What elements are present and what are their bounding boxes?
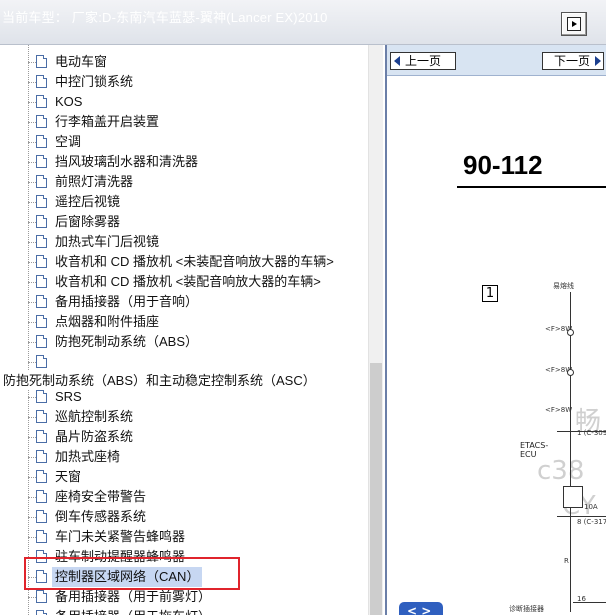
document-icon	[36, 430, 47, 443]
ecu-label: ETACS-ECU	[520, 441, 549, 459]
document-icon	[36, 235, 47, 248]
prev-page-button[interactable]: 上一页	[390, 52, 456, 70]
circuit-node	[567, 329, 574, 336]
title-bar: 当前车型： 厂家:D-东南汽车蓝瑟-翼神(Lancer EX)2010	[0, 0, 606, 45]
document-icon	[36, 450, 47, 463]
document-icon	[36, 510, 47, 523]
document-icon	[36, 195, 47, 208]
document-icon	[36, 135, 47, 148]
document-icon	[36, 390, 47, 403]
viewer-page-toggle-button[interactable]: < >	[399, 602, 443, 615]
scrollbar-thumb[interactable]	[370, 363, 382, 615]
diagram-page: 90-112 1 畅 c38 CY 易熔线 <F>8W <F>8W <F>8W …	[387, 76, 606, 615]
document-icon	[36, 55, 47, 68]
window-title: 当前车型： 厂家:D-东南汽车蓝瑟-翼神(Lancer EX)2010	[2, 10, 328, 25]
connector-label: 8 (C-317)	[577, 518, 606, 526]
document-icon	[36, 255, 47, 268]
fuse-rating-label: 10A	[584, 503, 598, 511]
document-icon	[36, 75, 47, 88]
wire-color-label: R	[564, 557, 569, 565]
circuit-wire	[557, 516, 606, 517]
document-icon	[36, 95, 47, 108]
document-icon	[36, 215, 47, 228]
diagram-viewer: 上一页 下一页 90-112 1 畅 c38 CY 易熔线 <F>8W <F>8…	[385, 45, 606, 615]
circuit-wire	[573, 602, 606, 603]
circuit-wire	[557, 431, 606, 432]
diagnosis-connector-label: 诊断插接器	[509, 605, 544, 613]
document-icon	[36, 115, 47, 128]
viewer-nav-bar: 上一页 下一页	[387, 45, 606, 76]
topic-tree[interactable]: 电动车窗 中控门锁系统 KOS 行李箱盖开启装置 空调 挡风玻璃刮水器和清洗器 …	[0, 45, 368, 615]
document-icon	[36, 275, 47, 288]
watermark-text: c38	[537, 456, 585, 486]
document-icon	[36, 175, 47, 188]
document-icon	[36, 610, 47, 615]
document-icon	[36, 590, 47, 603]
document-icon	[36, 295, 47, 308]
document-icon	[36, 335, 47, 348]
fuse-box	[563, 486, 583, 508]
wire-label: <F>8W	[545, 406, 573, 414]
document-icon	[36, 155, 47, 168]
next-page-button[interactable]: 下一页	[542, 52, 604, 70]
fuse-label: 易熔线	[553, 282, 574, 290]
document-icon	[36, 315, 47, 328]
document-icon	[36, 530, 47, 543]
arrow-right-icon	[567, 17, 581, 31]
circuit-node	[567, 369, 574, 376]
document-icon	[36, 355, 47, 368]
diagram-box-number: 1	[482, 285, 498, 302]
document-icon	[36, 470, 47, 483]
document-icon	[36, 490, 47, 503]
navigate-button[interactable]	[561, 12, 587, 36]
circuit-wire	[570, 292, 571, 612]
tree-scrollbar[interactable]	[368, 45, 383, 615]
page-number: 90-112	[463, 150, 543, 180]
arrow-left-icon	[394, 56, 400, 66]
page-rule	[457, 186, 606, 188]
annotation-highlight-box	[24, 557, 240, 590]
arrow-right-icon	[595, 56, 601, 66]
document-icon	[36, 410, 47, 423]
